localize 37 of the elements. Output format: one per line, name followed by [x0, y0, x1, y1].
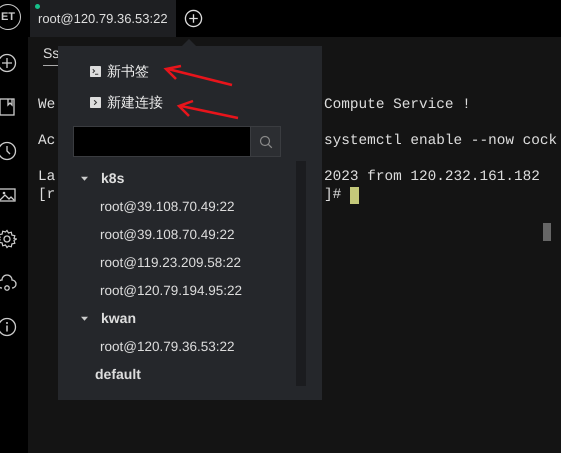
logo-icon: ET: [0, 4, 21, 30]
settings-icon[interactable]: [0, 229, 17, 249]
terminal-text: We: [38, 97, 56, 113]
terminal-text: ]#: [324, 187, 342, 203]
prompt-icon: [90, 97, 101, 108]
connection-item[interactable]: root@120.79.194.95:22: [100, 282, 242, 298]
group-label[interactable]: kwan: [101, 310, 136, 326]
annotation-arrow: [176, 100, 238, 120]
menu-item[interactable]: 新书签: [107, 62, 149, 80]
connection-item[interactable]: root@39.108.70.49:22: [100, 226, 235, 242]
connection-item[interactable]: root@39.108.70.49:22: [100, 198, 235, 214]
caret-icon[interactable]: [81, 174, 88, 182]
session-tab[interactable]: root@120.79.36.53:22: [30, 0, 176, 37]
scrollbar-thumb[interactable]: [543, 223, 551, 241]
terminal-text: 2023 from 120.232.161.182: [324, 169, 540, 185]
clock-icon[interactable]: [0, 141, 17, 161]
terminal-text: [r: [38, 187, 56, 203]
menu-item[interactable]: 新建连接: [107, 94, 163, 112]
terminal-text: La: [38, 169, 56, 185]
connection-item[interactable]: root@119.23.209.58:22: [100, 254, 242, 270]
search-button[interactable]: [250, 127, 280, 156]
annotation-arrow: [163, 64, 232, 86]
group-label[interactable]: default: [95, 366, 141, 382]
add-tab-icon[interactable]: [184, 9, 203, 28]
terminal-text: Compute Service !: [324, 97, 471, 113]
terminal-text: systemctl enable --now cock: [324, 133, 558, 149]
add-icon[interactable]: [0, 53, 17, 73]
caret-icon[interactable]: [81, 314, 88, 322]
terminal-text: Ac: [38, 133, 56, 149]
search-field[interactable]: [73, 126, 281, 157]
bookmark-icon[interactable]: [0, 97, 17, 117]
info-icon[interactable]: [0, 317, 17, 337]
search-icon: [258, 134, 272, 148]
group-label[interactable]: k8s: [101, 170, 124, 186]
cloud-icon[interactable]: [0, 273, 17, 293]
connection-item[interactable]: root@120.79.36.53:22: [100, 338, 235, 354]
terminal-icon: [90, 66, 101, 77]
